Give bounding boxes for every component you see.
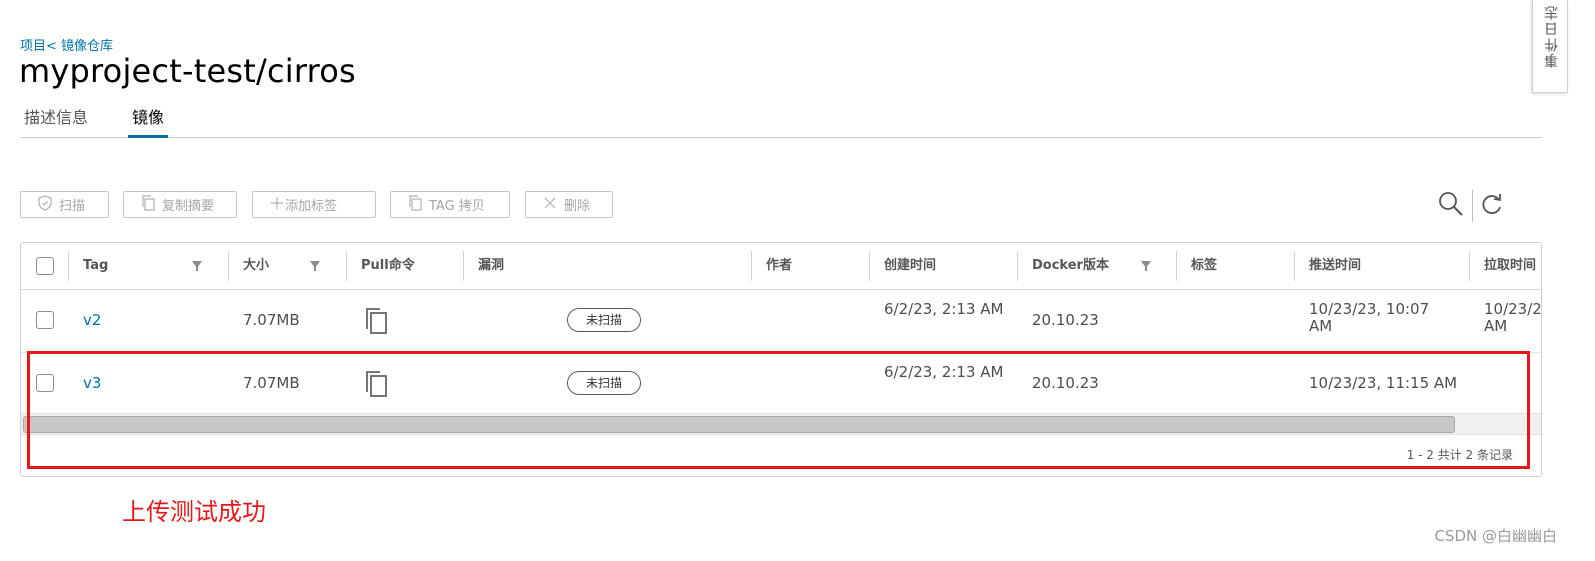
copy-digest-button[interactable]: 复制摘要 [123,191,237,218]
tag-link[interactable]: v2 [83,311,101,329]
col-pull: Pull命令 [361,258,415,273]
page-title: myproject-test/cirros [19,52,356,90]
search-icon[interactable] [1438,191,1464,221]
size-value: 7.07MB [243,311,300,329]
status-badge: 未扫描 [567,308,641,332]
col-docker[interactable]: Docker版本 [1032,243,1109,289]
delete-label: 删除 [564,199,591,214]
col-pushed[interactable]: 推送时间 [1309,243,1361,289]
shield-icon [37,194,53,215]
select-all-checkbox[interactable] [36,257,54,275]
refresh-icon[interactable] [1481,192,1503,220]
table-tools [1438,190,1503,222]
pulled-value: 10/23/2 AM [1484,301,1542,335]
tab-bar: 描述信息 镜像 [20,104,1542,138]
tab-info[interactable]: 描述信息 [24,104,88,137]
copy-icon [407,194,423,215]
col-vuln[interactable]: 漏洞 [478,243,504,289]
highlight-box [27,351,1530,469]
row-checkbox[interactable] [36,311,54,329]
event-log-tab[interactable]: 事件日志 [1532,0,1568,93]
tag-copy-button[interactable]: TAG 拷贝 [390,191,510,218]
filter-icon[interactable] [310,261,320,271]
tab-images[interactable]: 镜像 [128,104,169,138]
toolbar-divider [1472,190,1473,222]
col-tag[interactable]: Tag [83,243,108,289]
delete-button[interactable]: 删除 [525,191,613,218]
docker-version: 20.10.23 [1032,311,1099,329]
created-value: 6/2/23, 2:13 AM [884,300,1004,318]
col-author[interactable]: 作者 [766,243,792,289]
add-tag-button[interactable]: 添加标签 [252,191,376,218]
copy-icon[interactable] [364,307,388,339]
table-row[interactable]: v2 7.07MB 未扫描 6/2/23, 2:13 AM 20.10.23 1… [21,290,1541,353]
col-size[interactable]: 大小 [243,243,269,289]
col-labels[interactable]: 标签 [1191,243,1217,289]
col-pulled[interactable]: 拉取时间 [1484,243,1536,289]
plus-icon [269,196,285,214]
event-log-label: 事件日志 [1544,4,1560,68]
col-created[interactable]: 创建时间 [884,243,936,289]
filter-icon[interactable] [192,261,202,271]
filter-icon[interactable] [1141,261,1151,271]
watermark: CSDN @白幽幽白 [1434,527,1557,545]
scan-button[interactable]: 扫描 [20,191,109,218]
add-tag-label: 添加标签 [285,199,338,214]
copy-icon [140,194,156,215]
table-header: Tag 大小 Pull命令 漏洞 作者 创建时间 Docker版本 标签 推送时… [21,243,1541,290]
annotation-text: 上传测试成功 [122,498,266,526]
pushed-value: 10/23/23, 10:07 AM [1309,300,1430,335]
tag-copy-label: TAG 拷贝 [429,199,485,214]
close-icon [542,197,558,213]
scan-label: 扫描 [59,199,86,214]
copy-digest-label: 复制摘要 [162,199,215,214]
